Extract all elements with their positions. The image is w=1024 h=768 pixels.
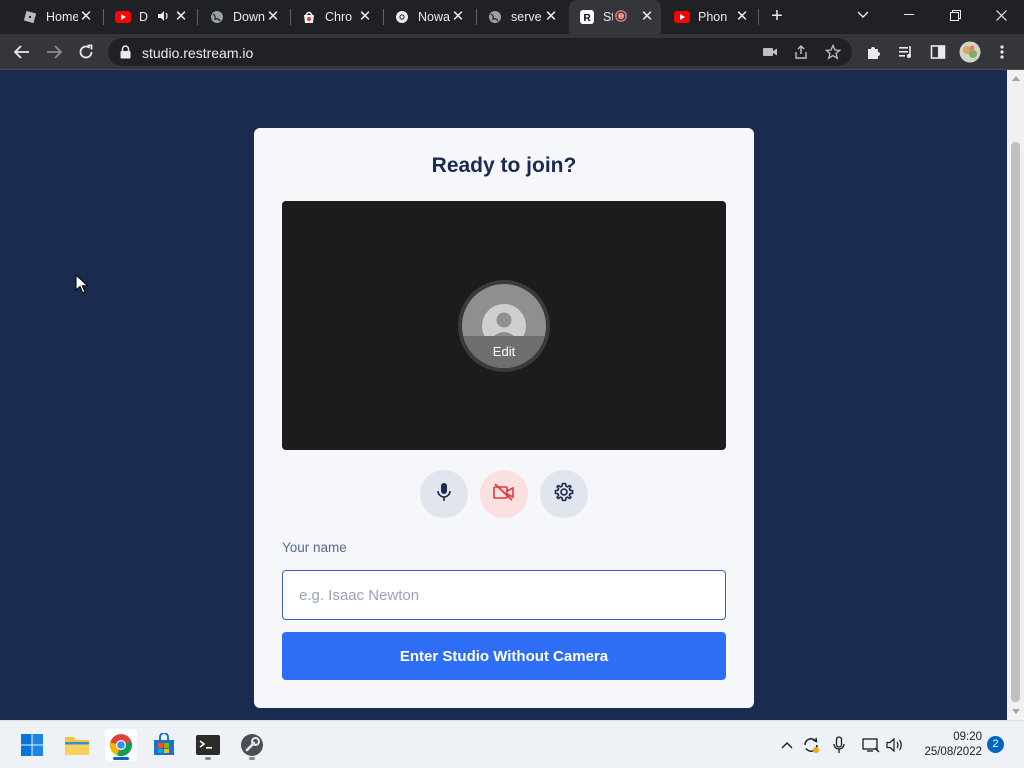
scrollbar-thumb[interactable] — [1011, 142, 1020, 702]
page-scrollbar[interactable] — [1007, 70, 1024, 720]
scroll-down-icon[interactable] — [1012, 709, 1020, 714]
lock-icon[interactable] — [120, 45, 131, 64]
tab-title: D — [139, 10, 149, 24]
close-tab-icon[interactable]: ✕ — [543, 9, 559, 25]
camera-off-icon — [492, 482, 516, 507]
tab-home[interactable]: Home ✕ — [12, 0, 100, 34]
tab-separator — [758, 9, 759, 25]
windows-taskbar: 09:20 25/08/2022 2 — [0, 720, 1024, 768]
running-indicator — [205, 757, 211, 760]
microphone-tray-icon[interactable] — [829, 735, 849, 755]
avatar-edit-label[interactable]: Edit — [462, 344, 546, 359]
bookmark-star-icon[interactable] — [824, 43, 842, 65]
tab-title: St — [603, 10, 613, 24]
camera-preview: Edit — [282, 201, 726, 450]
tool-icon[interactable] — [236, 729, 268, 761]
url-text: studio.restream.io — [142, 45, 254, 61]
address-bar[interactable]: studio.restream.io — [108, 38, 852, 66]
microsoft-store-icon[interactable] — [148, 729, 180, 761]
tab-title: serve — [511, 10, 542, 24]
name-input[interactable] — [282, 570, 726, 620]
volume-icon[interactable] — [885, 735, 905, 755]
avatar[interactable]: Edit — [462, 284, 546, 368]
close-window-icon[interactable] — [978, 0, 1024, 30]
tab-title: Chro — [325, 10, 353, 24]
back-arrow-icon[interactable] — [10, 40, 34, 64]
globe-icon — [487, 9, 503, 25]
windows-start-icon[interactable] — [16, 729, 48, 761]
tab-server[interactable]: serve ✕ — [477, 0, 565, 34]
show-hidden-icons-chevron-icon[interactable] — [777, 735, 797, 755]
chrome-menu-icon[interactable] — [990, 40, 1014, 64]
page-title: Ready to join? — [431, 154, 577, 177]
chrome-store-icon — [301, 9, 317, 25]
active-indicator — [113, 757, 129, 760]
reload-icon[interactable] — [74, 40, 98, 64]
tab-title: Phon — [698, 10, 728, 24]
tab-separator — [103, 9, 104, 25]
avatar-ring[interactable]: Edit — [458, 280, 550, 372]
microphone-button[interactable] — [420, 470, 468, 518]
tab-nowa[interactable]: Nowa ✕ — [384, 0, 472, 34]
terminal-icon[interactable] — [192, 729, 224, 761]
clock-date: 25/08/2022 — [924, 746, 982, 758]
camera-off-button[interactable] — [480, 470, 528, 518]
tab-title: Nowa — [418, 10, 450, 24]
youtube-icon — [674, 9, 690, 25]
name-label: Your name — [282, 540, 347, 555]
close-tab-icon[interactable]: ✕ — [78, 9, 94, 25]
tab-phon[interactable]: Phon ✕ — [664, 0, 756, 34]
microphone-icon — [436, 482, 452, 507]
tab-restream-studio[interactable]: R St ✕ — [569, 0, 661, 34]
youtube-icon — [115, 9, 131, 25]
profile-avatar[interactable] — [958, 40, 982, 64]
tab-down[interactable]: Down ✕ — [199, 0, 287, 34]
mouse-cursor — [75, 273, 89, 299]
media-control-icon[interactable] — [894, 40, 918, 64]
clock-time: 09:20 — [953, 731, 982, 743]
roblox-icon — [22, 9, 38, 25]
restream-icon: R — [579, 9, 595, 25]
tab-title: Home — [46, 10, 78, 24]
enter-studio-button[interactable]: Enter Studio Without Camera — [282, 632, 726, 680]
scroll-up-icon[interactable] — [1012, 76, 1020, 81]
browser-toolbar: studio.restream.io — [0, 34, 1024, 70]
tab-separator — [197, 9, 198, 25]
page-viewport: Ready to join? Edit Your name e.g. Isaac… — [0, 70, 1007, 720]
close-tab-icon[interactable]: ✕ — [173, 9, 189, 25]
camera-blocked-icon[interactable] — [762, 45, 778, 64]
new-tab-icon[interactable]: + — [766, 6, 788, 28]
close-tab-icon[interactable]: ✕ — [734, 9, 750, 25]
gear-icon — [554, 482, 574, 507]
forward-arrow-icon[interactable] — [42, 40, 66, 64]
svg-text:R: R — [584, 13, 592, 24]
network-icon[interactable] — [861, 735, 881, 755]
speaker-icon[interactable] — [157, 10, 173, 25]
restore-icon[interactable] — [932, 0, 978, 30]
side-panel-icon[interactable] — [926, 40, 950, 64]
tab-youtube-d[interactable]: D ✕ — [105, 0, 193, 34]
recording-icon — [615, 9, 629, 25]
share-icon[interactable] — [793, 44, 809, 65]
running-indicator — [249, 757, 255, 760]
clock[interactable]: 09:20 25/08/2022 — [910, 730, 982, 760]
chrome-icon — [394, 9, 410, 25]
globe-icon — [209, 9, 225, 25]
tab-search-icon[interactable] — [840, 0, 886, 30]
notification-badge[interactable]: 2 — [987, 736, 1004, 753]
extensions-puzzle-icon[interactable] — [862, 40, 886, 64]
close-tab-icon[interactable]: ✕ — [639, 9, 655, 25]
close-tab-icon[interactable]: ✕ — [265, 9, 281, 25]
minimize-icon[interactable] — [886, 0, 932, 30]
settings-button[interactable] — [540, 470, 588, 518]
close-tab-icon[interactable]: ✕ — [357, 9, 373, 25]
chrome-icon[interactable] — [105, 729, 137, 761]
close-tab-icon[interactable]: ✕ — [450, 9, 466, 25]
tab-chrome-store[interactable]: Chro ✕ — [291, 0, 379, 34]
tab-title: Down — [233, 10, 265, 24]
sync-icon[interactable] — [801, 735, 821, 755]
join-card: Ready to join? Edit Your name e.g. Isaac… — [254, 128, 754, 708]
tab-strip: Home ✕ D ✕ Down ✕ Chro ✕ Nowa ✕ serve ✕ … — [0, 0, 1024, 34]
file-explorer-icon[interactable] — [61, 729, 93, 761]
